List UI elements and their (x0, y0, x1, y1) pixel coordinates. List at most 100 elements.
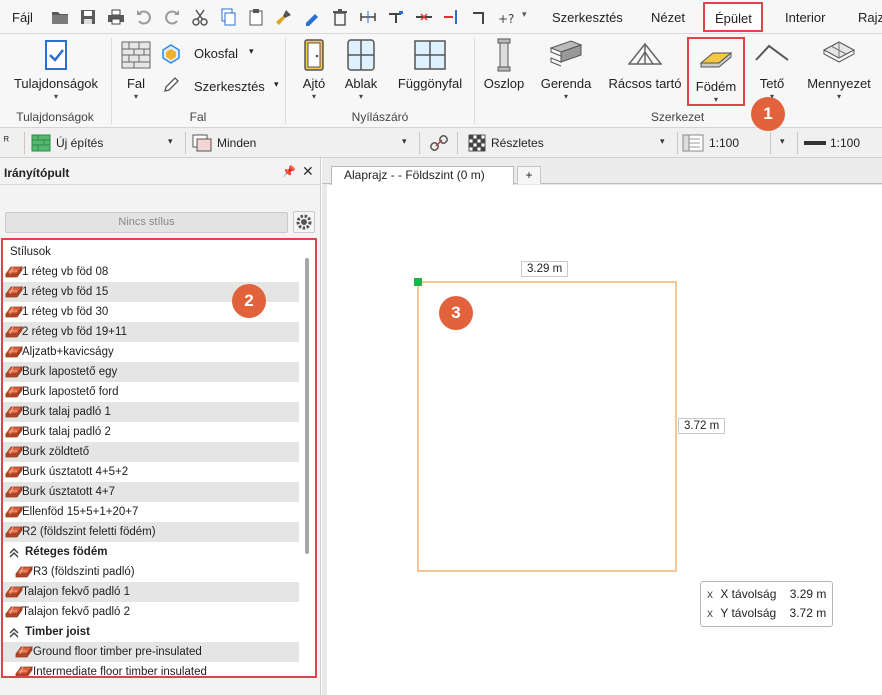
list-group-header[interactable]: Timber joist (3, 622, 299, 642)
door-button[interactable]: Ajtó ▾ (292, 38, 336, 101)
y-distance-value[interactable]: 3.72 m (790, 606, 827, 620)
close-icon[interactable]: ✕ (302, 163, 314, 180)
window-button[interactable]: Ablak ▾ (338, 38, 384, 101)
wall-edit-button[interactable]: Szerkesztés ▾ (161, 76, 286, 96)
corner-icon[interactable] (471, 8, 489, 26)
menu-edit[interactable]: Szerkesztés (552, 10, 623, 25)
scrollbar[interactable] (305, 258, 309, 554)
truss-icon (627, 38, 663, 72)
pick-icon[interactable] (303, 8, 321, 26)
list-item[interactable]: Aljzatb+kavicságy (3, 342, 299, 362)
list-item[interactable]: R2 (földszint feletti födém) (3, 522, 299, 542)
beam-button[interactable]: Gerenda ▾ (538, 38, 594, 101)
dimension-icon[interactable] (359, 8, 377, 26)
save-icon[interactable] (79, 8, 97, 26)
pin-icon[interactable]: 📌 (282, 165, 296, 178)
group-label-wall: Fal (189, 110, 207, 124)
delete-icon[interactable] (331, 8, 349, 26)
phase-select[interactable]: Új építés (56, 136, 103, 150)
list-item[interactable]: Burk zöldtető (3, 442, 299, 462)
slab-button-highlight[interactable]: Födém ▾ (687, 37, 745, 106)
list-item[interactable]: R3 (földszinti padló) (3, 562, 299, 582)
list-item[interactable]: Burk úsztatott 4+5+2 (3, 462, 299, 482)
detail-select[interactable]: Részletes (491, 136, 544, 150)
detail-dropdown-icon[interactable]: ▾ (660, 136, 665, 147)
x-distance-value[interactable]: 3.29 m (790, 587, 827, 601)
help-icon[interactable]: +? (497, 8, 515, 26)
align-icon[interactable] (387, 8, 405, 26)
menu-file[interactable]: Fájl (12, 10, 33, 25)
layer-icon (192, 134, 212, 152)
caret-icon: ▾ (249, 46, 254, 56)
redo-icon[interactable] (163, 8, 181, 26)
link-icon[interactable] (430, 134, 448, 152)
smart-wall-button[interactable]: Okosfal ▾ (161, 44, 261, 64)
list-item[interactable]: Burk lapostető egy (3, 362, 299, 382)
menu-view[interactable]: Nézet (651, 10, 685, 25)
list-item[interactable]: 2 réteg vb föd 19+11 (3, 322, 299, 342)
slab-button[interactable]: Födém ▾ (689, 41, 743, 104)
scale-select[interactable]: 1:100 (709, 136, 739, 150)
list-item-label: Burk úsztatott 4+5+2 (22, 466, 129, 478)
roof-button[interactable]: Tető ▾ (750, 38, 794, 101)
list-item[interactable]: Burk talaj padló 1 (3, 402, 299, 422)
list-item[interactable]: Ellenföd 15+5+1+20+7 (3, 502, 299, 522)
curtain-wall-label: Függönyfal (397, 76, 463, 91)
tab-strip: Alaprajz - - Földszint (0 m) + (322, 158, 882, 185)
list-item[interactable]: Ground floor timber pre-insulated (3, 642, 299, 662)
list-item[interactable]: Burk talaj padló 2 (3, 422, 299, 442)
print-icon[interactable] (107, 8, 125, 26)
menu-bar: Fájl +? ▾ Szerkesztés Nézet Épület Inter… (0, 0, 882, 34)
layer-select[interactable]: Minden (217, 136, 256, 150)
slab-style-icon (5, 405, 23, 419)
undo-icon[interactable] (135, 8, 153, 26)
menu-interior[interactable]: Interior (785, 10, 825, 25)
wall-button[interactable]: Fal ▾ (116, 38, 156, 101)
list-item-label: Talajon fekvő padló 1 (22, 586, 131, 598)
line-scale-select[interactable]: 1:100 (830, 136, 860, 150)
truss-button[interactable]: Rácsos tartó (606, 38, 684, 91)
ceiling-button[interactable]: Mennyezet ▾ (805, 38, 873, 101)
x-distance-label: X távolság (720, 587, 777, 601)
layer-dropdown-icon[interactable]: ▾ (402, 136, 407, 147)
list-item[interactable]: Talajon fekvő padló 1 (3, 582, 299, 602)
scale-dropdown-icon[interactable]: ▾ (780, 136, 785, 147)
add-tab-button[interactable]: + (517, 166, 541, 184)
y-distance-row[interactable]: x Y távolság 3.72 m (707, 604, 826, 623)
coordinate-input-box[interactable]: x X távolság 3.29 m x Y távolság 3.72 m (700, 581, 834, 627)
quick-access-dropdown-icon[interactable]: ▾ (522, 9, 527, 20)
menu-drawing[interactable]: Rajz (858, 10, 882, 25)
extend-icon[interactable] (443, 8, 461, 26)
list-item[interactable]: Talajon fekvő padló 2 (3, 602, 299, 622)
roof-label: Tető (759, 76, 785, 91)
phase-dropdown-icon[interactable]: ▾ (168, 136, 173, 147)
list-item[interactable]: Intermediate floor timber insulated (3, 662, 299, 676)
column-button[interactable]: Oszlop (480, 38, 528, 91)
copy-icon[interactable] (219, 8, 237, 26)
tab-floor-plan[interactable]: Alaprajz - - Földszint (0 m) (331, 166, 514, 185)
break-icon[interactable] (415, 8, 433, 26)
slab-style-icon (5, 365, 23, 379)
paste-icon[interactable] (247, 8, 265, 26)
format-brush-icon[interactable] (275, 8, 293, 26)
list-item-label: 2 réteg vb föd 19+11 (22, 326, 127, 338)
drawing-canvas[interactable]: 3.29 m 3.72 m x X távolság 3.29 m x Y tá… (327, 185, 882, 695)
settings-button[interactable] (293, 211, 315, 233)
slab-style-icon (5, 385, 23, 399)
open-folder-icon[interactable] (51, 8, 69, 26)
curtain-wall-button[interactable]: Függönyfal (392, 38, 468, 91)
x-distance-row[interactable]: x X távolság 3.29 m (707, 585, 826, 604)
properties-button[interactable]: Tulajdonságok ▾ (8, 38, 104, 101)
menu-building-active[interactable]: Épület (703, 2, 763, 32)
list-item[interactable]: 1 réteg vb föd 08 (3, 262, 299, 282)
filter-icon[interactable]: ᴿ (4, 135, 9, 147)
list-item-label: 1 réteg vb föd 08 (22, 266, 109, 278)
list-item-label: Burk zöldtető (22, 446, 90, 458)
list-group-header[interactable]: Réteges födém (3, 542, 299, 562)
list-item[interactable]: Burk úsztatott 4+7 (3, 482, 299, 502)
no-style-button[interactable]: Nincs stílus (5, 212, 288, 233)
y-distance-label: Y távolság (720, 606, 777, 620)
slab-start-point[interactable] (414, 278, 422, 286)
cut-icon[interactable] (191, 8, 209, 26)
list-item[interactable]: Burk lapostető ford (3, 382, 299, 402)
